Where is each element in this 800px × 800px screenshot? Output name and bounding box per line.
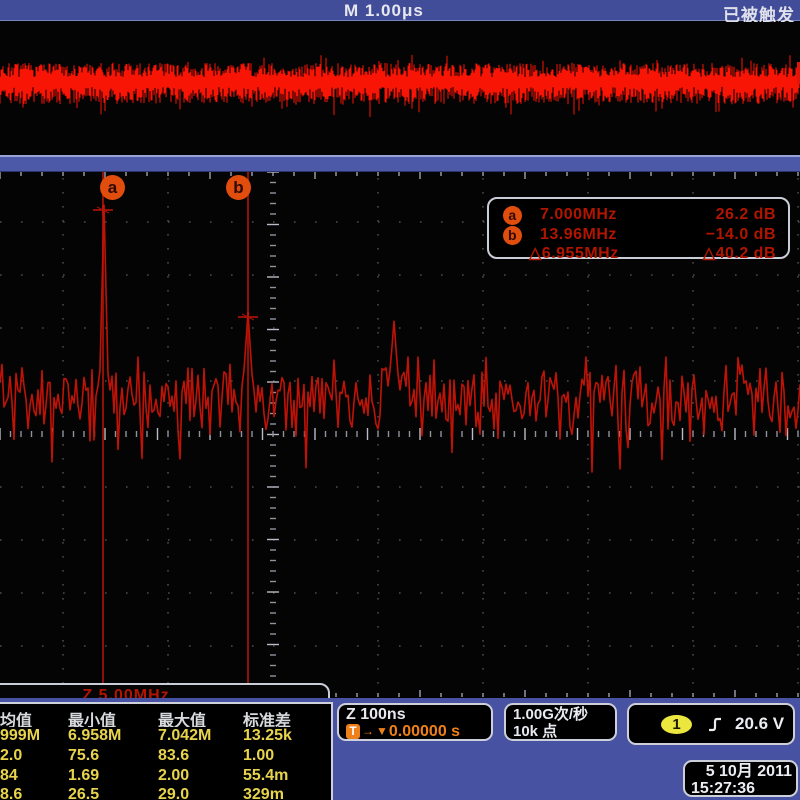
col-header-stddev: 标准差	[243, 707, 333, 727]
oscilloscope-screen: M 1.00μs 已被触发 a b a 7.000MHz 26.2 dB b 1…	[0, 0, 800, 800]
arrow-right-icon: →	[362, 723, 374, 740]
datetime-box: 5 10月 2011 15:27:36	[683, 760, 798, 797]
time-domain-trace	[0, 22, 800, 155]
table-row: 8.6 26.5 29.0 329m	[0, 786, 331, 800]
trigger-level-value: 20.6 V	[735, 714, 784, 734]
measurement-table-header: 均值 最小值 最大值 标准差	[0, 707, 331, 727]
cursor-delta-frequency: △6.955MHz	[529, 243, 666, 263]
cursor-b-level: −14.0 dB	[666, 226, 776, 244]
cell-std-1: 1.00	[243, 747, 333, 767]
table-row: 2.0 75.6 83.6 1.00	[0, 747, 331, 767]
date-label: 5 10月 2011	[691, 763, 792, 780]
table-row: 999M 6.958M 7.042M 13.25k	[0, 727, 331, 747]
rising-edge-icon	[708, 716, 723, 733]
time-domain-window	[0, 22, 800, 155]
cursor-b-frequency: 13.96MHz	[540, 226, 666, 244]
cursor-b-badge[interactable]: b	[226, 175, 251, 200]
time-label: 15:27:36	[691, 780, 792, 797]
horizontal-readout-box[interactable]: Z 100ns T → ▼ 0.00000 s	[337, 703, 493, 741]
measurement-table[interactable]: 均值 最小值 最大值 标准差 999M 6.958M 7.042M 13.25k…	[0, 702, 333, 800]
trigger-t-icon: T	[346, 724, 360, 739]
cell-std-3: 329m	[243, 786, 333, 800]
record-length-label: 10k 点	[513, 723, 615, 740]
cursor-a-level: 26.2 dB	[666, 206, 776, 224]
cursor-b-readout-row: b 13.96MHz −14.0 dB	[503, 225, 776, 245]
horizontal-position-row: T → ▼ 0.00000 s	[346, 723, 491, 740]
cell-mean-2: 84	[0, 767, 68, 787]
cell-mean-1: 2.0	[0, 747, 68, 767]
cell-max-0: 7.042M	[158, 727, 243, 747]
cell-std-0: 13.25k	[243, 727, 333, 747]
top-status-bar: M 1.00μs 已被触发	[0, 0, 800, 21]
acquisition-readout-box[interactable]: 1.00G次/秒 10k 点	[504, 703, 617, 741]
cell-min-1: 75.6	[68, 747, 158, 767]
cursor-b-icon: b	[503, 226, 522, 245]
trigger-readout-box[interactable]: 1 20.6 V	[627, 703, 795, 745]
window-divider[interactable]	[0, 155, 800, 172]
cell-mean-0: 999M	[0, 727, 68, 747]
cell-std-2: 55.4m	[243, 767, 333, 787]
cursor-delta-level: △40.2 dB	[666, 243, 776, 263]
cell-max-3: 29.0	[158, 786, 243, 800]
cursor-a-readout-row: a 7.000MHz 26.2 dB	[503, 205, 776, 225]
bottom-status-bar: 均值 最小值 最大值 标准差 999M 6.958M 7.042M 13.25k…	[0, 698, 800, 800]
sample-rate-label: 1.00G次/秒	[513, 706, 615, 723]
cell-max-1: 83.6	[158, 747, 243, 767]
cell-mean-3: 8.6	[0, 786, 68, 800]
cursor-delta-readout-row: △6.955MHz △40.2 dB	[503, 243, 776, 263]
timebase-readout[interactable]: M 1.00μs	[344, 1, 424, 21]
table-row: 84 1.69 2.00 55.4m	[0, 767, 331, 787]
col-header-min: 最小值	[68, 707, 158, 727]
cell-min-2: 1.69	[68, 767, 158, 787]
cursor-a-frequency: 7.000MHz	[540, 206, 666, 224]
horizontal-position-value: 0.00000 s	[389, 723, 460, 740]
cursor-readout-box[interactable]: a 7.000MHz 26.2 dB b 13.96MHz −14.0 dB △…	[487, 197, 790, 259]
triangle-down-icon: ▼	[376, 723, 388, 740]
fft-window: a b a 7.000MHz 26.2 dB b 13.96MHz −14.0 …	[0, 172, 800, 697]
cell-max-2: 2.00	[158, 767, 243, 787]
trigger-source-badge: 1	[661, 715, 692, 734]
cell-min-3: 26.5	[68, 786, 158, 800]
cursor-a-badge[interactable]: a	[100, 175, 125, 200]
col-header-max: 最大值	[158, 707, 243, 727]
col-header-mean: 均值	[0, 707, 68, 727]
cell-min-0: 6.958M	[68, 727, 158, 747]
cursor-a-icon: a	[503, 206, 522, 225]
horizontal-zoom-scale: Z 100ns	[346, 706, 491, 723]
